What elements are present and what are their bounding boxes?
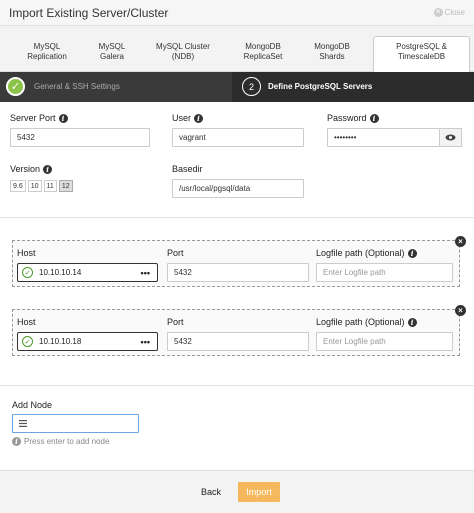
tab-mysql-replication[interactable]: MySQL Replication	[22, 42, 72, 72]
tab-label: MongoDB	[314, 42, 350, 51]
label-text: Logfile path (Optional)	[316, 248, 405, 258]
wizard-stepper: ✓ General & SSH Settings 2 Define Postgr…	[0, 72, 474, 102]
password-input[interactable]: ••••••••	[327, 128, 440, 147]
step-label: Define PostgreSQL Servers	[268, 82, 373, 91]
info-icon: i	[12, 437, 21, 446]
tab-postgresql-timescaledb[interactable]: PostgreSQL & TimescaleDB	[373, 36, 470, 73]
host-label: Host	[17, 317, 36, 327]
tab-label: TimescaleDB	[397, 52, 446, 61]
add-node-hint: i Press enter to add node	[12, 437, 109, 446]
server-port-input[interactable]: 5432	[10, 128, 150, 147]
host-field[interactable]: ✓ 10.10.10.14 •••	[17, 263, 158, 282]
user-label: User i	[172, 113, 204, 123]
port-label: Port	[167, 317, 184, 327]
version-option[interactable]: 9.6	[10, 180, 26, 192]
back-button[interactable]: Back	[193, 482, 229, 502]
dialog-footer: Back Import	[0, 470, 474, 513]
tab-label: MySQL	[98, 42, 126, 51]
show-password-button[interactable]	[440, 128, 462, 147]
close-button[interactable]: ✕ Close	[433, 8, 465, 17]
cluster-type-tabs: MySQL Replication MySQL Galera MySQL Clu…	[0, 26, 474, 73]
tab-label: MySQL Cluster	[156, 42, 210, 51]
step-number: 2	[242, 77, 261, 96]
hint-text: Press enter to add node	[24, 437, 110, 446]
user-input[interactable]: vagrant	[172, 128, 304, 147]
version-option[interactable]: 11	[43, 180, 57, 192]
tab-mongodb-replicaset[interactable]: MongoDB ReplicaSet	[236, 42, 290, 72]
version-selector: 9.6 10 11 12	[10, 180, 73, 192]
add-node-input[interactable]	[12, 414, 139, 433]
server-port-label: Server Port i	[10, 113, 68, 123]
label-text: Server Port	[10, 113, 56, 123]
tab-label: PostgreSQL &	[396, 42, 447, 51]
tab-label: ReplicaSet	[243, 52, 283, 61]
check-icon: ✓	[6, 77, 25, 96]
info-icon[interactable]: i	[58, 113, 68, 123]
step-define-servers: 2 Define PostgreSQL Servers	[242, 77, 372, 96]
more-options-icon[interactable]: •••	[141, 337, 150, 347]
label-text: Version	[10, 164, 41, 174]
tab-mysql-cluster-ndb[interactable]: MySQL Cluster (NDB)	[152, 42, 214, 72]
logfile-input[interactable]: Enter Logfile path	[316, 263, 453, 282]
logfile-label: Logfile path (Optional) i	[316, 317, 417, 327]
close-icon: ✕	[433, 8, 443, 17]
tab-label: MongoDB	[245, 42, 281, 51]
port-label: Port	[167, 248, 184, 258]
section-divider	[0, 217, 474, 218]
password-label: Password i	[327, 113, 379, 123]
check-circle-icon: ✓	[22, 336, 33, 347]
basedir-input[interactable]: /usr/local/pgsql/data	[172, 179, 304, 198]
label-text: Password	[327, 113, 367, 123]
host-field[interactable]: ✓ 10.10.10.18 •••	[17, 332, 158, 351]
label-text: Logfile path (Optional)	[316, 317, 405, 327]
close-label: Close	[444, 8, 465, 17]
eye-icon	[445, 134, 456, 141]
check-circle-icon: ✓	[22, 267, 33, 278]
label-text: User	[172, 113, 192, 123]
step-label: General & SSH Settings	[34, 82, 120, 91]
tab-label: Replication	[27, 52, 67, 61]
node-card: Host ✓ 10.10.10.18 ••• Port 5432 Logfile…	[12, 309, 460, 356]
logfile-label: Logfile path (Optional) i	[316, 248, 417, 258]
host-value: 10.10.10.18	[39, 337, 82, 346]
tab-label: Shards	[319, 52, 345, 61]
info-icon[interactable]: i	[407, 248, 417, 258]
port-input[interactable]: 5432	[167, 263, 309, 282]
tab-mongodb-shards[interactable]: MongoDB Shards	[310, 42, 354, 72]
remove-node-icon[interactable]: ×	[455, 305, 466, 316]
more-options-icon[interactable]: •••	[141, 268, 150, 278]
info-icon[interactable]: i	[194, 113, 204, 123]
label-text: Basedir	[172, 164, 203, 174]
info-icon[interactable]: i	[43, 164, 53, 174]
version-label: Version i	[10, 164, 53, 174]
host-value: 10.10.10.14	[39, 268, 82, 277]
remove-node-icon[interactable]: ×	[455, 236, 466, 247]
tab-label: MySQL	[33, 42, 61, 51]
tab-label: Galera	[99, 52, 124, 61]
step-general-ssh[interactable]: ✓ General & SSH Settings	[6, 77, 120, 96]
add-node-label: Add Node	[12, 400, 53, 410]
tab-label: (NDB)	[171, 52, 195, 61]
dialog-titlebar: Import Existing Server/Cluster ✕ Close	[0, 0, 474, 26]
section-divider	[0, 385, 474, 386]
dialog-title: Import Existing Server/Cluster	[9, 6, 169, 20]
tab-mysql-galera[interactable]: MySQL Galera	[92, 42, 132, 72]
logfile-input[interactable]: Enter Logfile path	[316, 332, 453, 351]
info-icon[interactable]: i	[369, 113, 379, 123]
node-card: Host ✓ 10.10.10.14 ••• Port 5432 Logfile…	[12, 240, 460, 287]
port-input[interactable]: 5432	[167, 332, 309, 351]
version-option[interactable]: 10	[27, 180, 42, 192]
host-label: Host	[17, 248, 36, 258]
version-option-selected[interactable]: 12	[58, 180, 73, 192]
basedir-label: Basedir	[172, 164, 203, 174]
import-button[interactable]: Import	[238, 482, 280, 502]
list-icon	[19, 420, 27, 427]
info-icon[interactable]: i	[407, 317, 417, 327]
